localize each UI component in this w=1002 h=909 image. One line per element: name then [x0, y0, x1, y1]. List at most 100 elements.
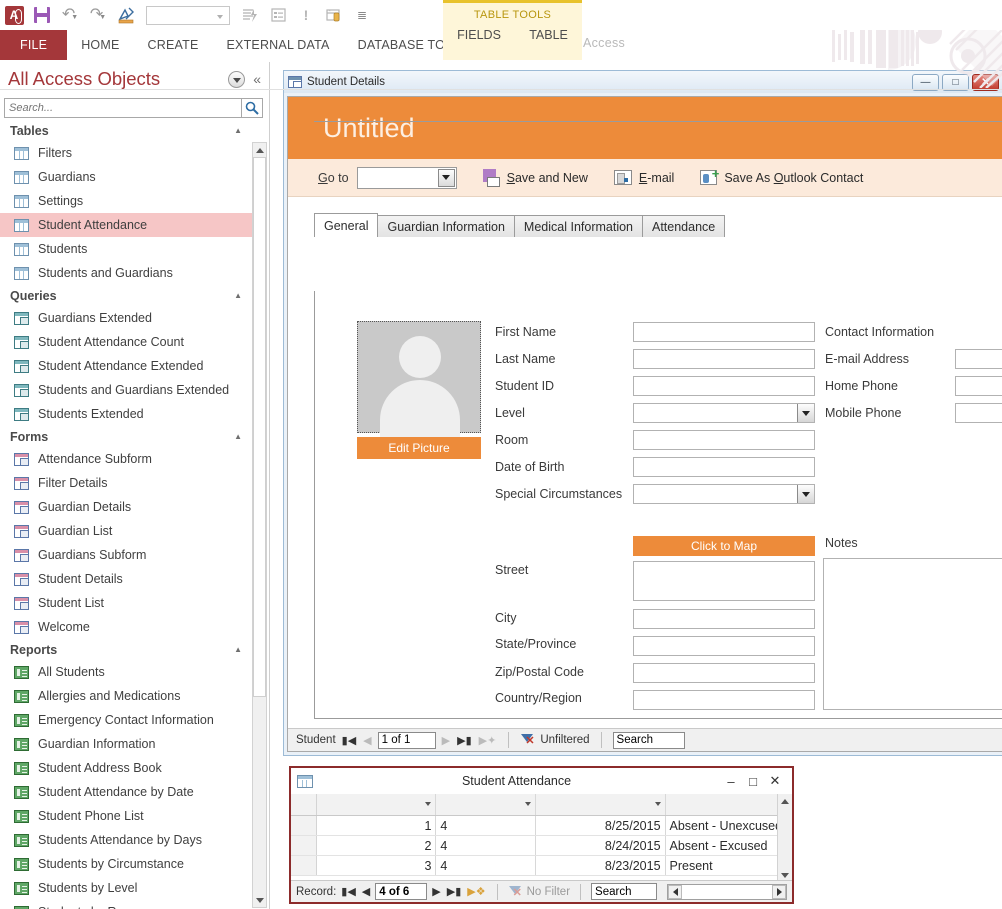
student-photo-placeholder[interactable]	[357, 321, 481, 440]
record-position[interactable]: 1 of 1	[377, 731, 436, 749]
combo-level[interactable]	[633, 403, 815, 423]
hscroll-right-icon[interactable]	[772, 884, 787, 899]
cell-attendance-date[interactable]: 8/23/2015	[536, 856, 666, 875]
attendance-previous-record-button[interactable]: ◀	[361, 885, 371, 898]
restore-button[interactable]: □	[942, 73, 969, 91]
close-button[interactable]: ✕	[972, 73, 999, 91]
nav-item-guardian-details[interactable]: Guardian Details	[0, 495, 252, 519]
nav-item-student-phone-list[interactable]: Student Phone List	[0, 804, 252, 828]
cell-id[interactable]: 3	[317, 856, 437, 875]
cell-status[interactable]: Absent - Excused	[666, 836, 793, 855]
cell-id[interactable]: 1	[317, 816, 437, 835]
nav-group-forms[interactable]: Forms ▲	[0, 426, 252, 447]
scroll-up-icon[interactable]	[253, 143, 266, 157]
chevron-up-icon[interactable]: ▲	[234, 126, 242, 135]
attendance-search-input[interactable]: Search	[591, 883, 658, 900]
undo-icon[interactable]: ↶ ▼	[56, 2, 84, 28]
datasheet-vertical-scrollbar[interactable]	[777, 794, 792, 882]
previous-record-button[interactable]: ◀	[362, 734, 372, 747]
nav-item-students-and-guardians[interactable]: Students and Guardians	[0, 261, 252, 285]
chevron-up-icon[interactable]: ▲	[234, 432, 242, 441]
tab-fields[interactable]: FIELDS	[457, 28, 501, 42]
nav-item-filters[interactable]: Filters	[0, 141, 252, 165]
nav-item-student-attendance[interactable]: Student Attendance	[0, 213, 252, 237]
attendance-window-titlebar[interactable]: Student Attendance – □ ✕	[291, 768, 792, 794]
column-header-id[interactable]	[317, 794, 437, 815]
attendance-filter-status[interactable]: No Filter	[527, 886, 570, 898]
nav-item-allergies-and-medications[interactable]: Allergies and Medications	[0, 684, 252, 708]
cell-status[interactable]: Absent - Unexcused	[666, 816, 793, 835]
nav-item-students[interactable]: Students	[0, 237, 252, 261]
nav-group-tables[interactable]: Tables ▲	[0, 120, 252, 141]
goto-combo[interactable]	[356, 166, 457, 189]
input-room[interactable]	[633, 430, 815, 450]
last-record-button[interactable]: ▶▮	[456, 734, 473, 747]
nav-item-student-details[interactable]: Student Details	[0, 567, 252, 591]
attendance-new-record-button[interactable]: ▶❖	[466, 885, 486, 898]
cell-attendance-date[interactable]: 8/25/2015	[536, 816, 666, 835]
cell-id[interactable]: 2	[317, 836, 437, 855]
input-email-address[interactable]	[955, 349, 1002, 369]
table-row[interactable]: 3 4 8/23/2015 Present	[291, 856, 793, 876]
filter-status[interactable]: Unfiltered	[540, 734, 589, 746]
record-search-input[interactable]: Search	[612, 731, 685, 749]
row-selector[interactable]	[291, 816, 317, 835]
nav-item-students-by-circumstance[interactable]: Students by Circumstance	[0, 852, 252, 876]
save-and-new-button[interactable]: Save and New	[482, 169, 588, 187]
chevron-down-circle-icon[interactable]	[228, 70, 246, 88]
email-button[interactable]: E-mail	[613, 170, 674, 185]
input-state-province[interactable]	[633, 636, 815, 656]
nav-item-settings[interactable]: Settings	[0, 189, 252, 213]
edit-picture-button[interactable]: Edit Picture	[357, 437, 481, 459]
nav-item-students-by-level[interactable]: Students by Level	[0, 876, 252, 900]
quick-access-combo[interactable]	[146, 5, 230, 25]
click-to-map-button[interactable]: Click to Map	[633, 536, 815, 556]
input-country-region[interactable]	[633, 690, 815, 710]
nav-item-student-attendance-extended[interactable]: Student Attendance Extended	[0, 354, 252, 378]
redo-icon[interactable]: ↷ ▼	[84, 2, 112, 28]
nav-item-guardians[interactable]: Guardians	[0, 165, 252, 189]
nav-item-attendance-subform[interactable]: Attendance Subform	[0, 447, 252, 471]
search-icon[interactable]	[241, 98, 263, 118]
nav-item-student-attendance-by-date[interactable]: Student Attendance by Date	[0, 780, 252, 804]
cell-attendance-date[interactable]: 8/24/2015	[536, 836, 666, 855]
input-notes[interactable]	[823, 558, 1002, 710]
nav-item-students-and-guardians-extended[interactable]: Students and Guardians Extended	[0, 378, 252, 402]
chevron-up-icon[interactable]: ▲	[234, 291, 242, 300]
column-header-attendance-date[interactable]	[536, 794, 666, 815]
tab-table[interactable]: TABLE	[529, 28, 568, 42]
attendance-restore-button[interactable]: □	[742, 771, 764, 791]
first-record-button[interactable]: ▮◀	[341, 734, 358, 747]
next-record-button[interactable]: ▶	[441, 734, 451, 747]
scroll-down-icon[interactable]	[253, 893, 266, 907]
input-zip-postal-code[interactable]	[633, 663, 815, 683]
input-street[interactable]	[633, 561, 815, 601]
cell-student[interactable]: 4	[436, 836, 537, 855]
nav-item-guardian-list[interactable]: Guardian List	[0, 519, 252, 543]
tab-home[interactable]: HOME	[67, 30, 133, 60]
column-header-student[interactable]	[436, 794, 537, 815]
attendance-first-record-button[interactable]: ▮◀	[340, 885, 357, 898]
nav-item-student-list[interactable]: Student List	[0, 591, 252, 615]
attendance-next-record-button[interactable]: ▶	[431, 885, 441, 898]
attendance-close-button[interactable]: ✕	[764, 771, 786, 791]
row-selector[interactable]	[291, 836, 317, 855]
new-record-button[interactable]: ▶✦	[478, 734, 498, 747]
nav-item-welcome[interactable]: Welcome	[0, 615, 252, 639]
input-last-name[interactable]	[633, 349, 815, 369]
nav-pane-scrollbar[interactable]	[252, 142, 267, 908]
datasheet-scroll-up-icon[interactable]	[778, 794, 792, 808]
access-logo-icon[interactable]: A	[0, 2, 28, 28]
nav-item-student-attendance-count[interactable]: Student Attendance Count	[0, 330, 252, 354]
input-student-id[interactable]	[633, 376, 815, 396]
property-sheet-icon[interactable]	[264, 2, 292, 28]
nav-item-guardians-subform[interactable]: Guardians Subform	[0, 543, 252, 567]
table-row[interactable]: 2 4 8/24/2015 Absent - Excused	[291, 836, 793, 856]
table-row[interactable]: 1 4 8/25/2015 Absent - Unexcused	[291, 816, 793, 836]
hscroll-left-icon[interactable]	[668, 884, 683, 899]
search-input[interactable]	[4, 98, 241, 118]
row-selector[interactable]	[291, 856, 317, 875]
select-all-corner[interactable]	[291, 794, 317, 815]
nav-item-students-extended[interactable]: Students Extended	[0, 402, 252, 426]
input-first-name[interactable]	[633, 322, 815, 342]
